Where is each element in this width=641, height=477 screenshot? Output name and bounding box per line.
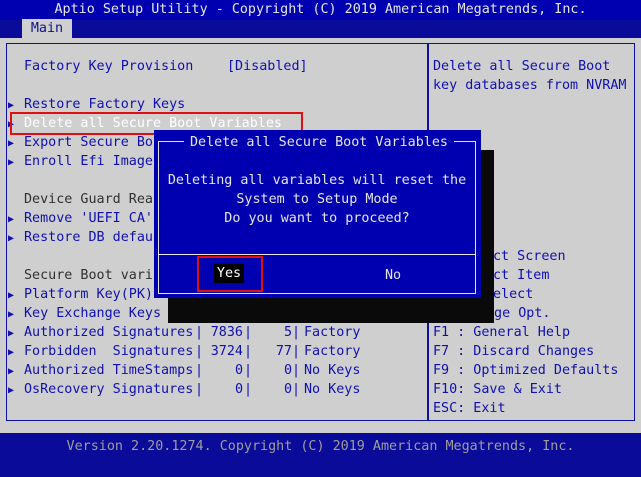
- db-row-name[interactable]: Forbidden Signatures: [24, 342, 193, 361]
- menu-item-export-secure-boot[interactable]: Export Secure Bo: [24, 133, 153, 152]
- yes-button-highlight: [197, 256, 263, 292]
- db-row-size: 7836: [210, 325, 243, 340]
- db-row-source: No Keys: [304, 382, 361, 397]
- column-divider: |: [244, 325, 253, 340]
- menu-item-enroll-efi-image[interactable]: Enroll Efi Image: [24, 152, 153, 171]
- factory-key-value[interactable]: [Disabled]: [227, 57, 308, 76]
- column-divider: |: [292, 344, 301, 359]
- menu-item-key-exchange-keys[interactable]: Key Exchange Keys: [24, 304, 161, 323]
- menu-item-restore-db-defaults[interactable]: Restore DB defau: [24, 228, 153, 247]
- column-divider: |: [244, 363, 253, 378]
- key-legend-save-exit: F10: Save & Exit: [433, 382, 562, 397]
- key-legend-select: elect: [493, 287, 534, 302]
- column-divider: |: [292, 325, 301, 340]
- db-row-size: 0: [234, 363, 243, 378]
- dialog-divider: [159, 254, 475, 255]
- submenu-arrow-icon: ▶: [8, 347, 15, 358]
- title-bar: Aptio Setup Utility - Copyright (C) 2019…: [0, 0, 641, 20]
- db-row-source: Factory: [304, 325, 361, 340]
- dialog-title: Delete all Secure Boot Variables: [184, 133, 454, 152]
- column-divider: |: [292, 363, 301, 378]
- key-legend-general-help: F1 : General Help: [433, 325, 571, 340]
- submenu-arrow-icon: ▶: [8, 385, 15, 396]
- column-divider: |: [195, 382, 204, 397]
- db-row-count: 0: [283, 382, 292, 397]
- dialog-message-line: Deleting all variables will reset the: [167, 173, 467, 188]
- factory-key-label: Factory Key Provision: [24, 59, 194, 74]
- column-divider: |: [195, 363, 204, 378]
- key-legend-select-screen: ct Screen: [493, 249, 566, 264]
- submenu-arrow-icon: ▶: [8, 328, 15, 339]
- column-divider: |: [244, 344, 253, 359]
- menu-item-platform-key[interactable]: Platform Key(PK): [24, 285, 153, 304]
- key-legend-exit: ESC: Exit: [433, 401, 506, 416]
- column-divider: |: [195, 325, 204, 340]
- submenu-arrow-icon: ▶: [8, 138, 15, 149]
- submenu-arrow-icon: ▶: [8, 233, 15, 244]
- submenu-arrow-icon: ▶: [8, 290, 15, 301]
- db-row-size: 3724: [210, 344, 243, 359]
- menu-item-remove-uefi-ca[interactable]: Remove 'UEFI CA': [24, 209, 153, 228]
- no-button[interactable]: No: [380, 266, 406, 285]
- section-secure-boot-variables: Secure Boot vari: [24, 268, 153, 283]
- submenu-arrow-icon: ▶: [8, 366, 15, 377]
- help-text-line: key databases from NVRAM: [433, 78, 627, 93]
- db-row-count: 0: [283, 363, 292, 378]
- column-divider: |: [244, 382, 253, 397]
- section-device-guard: Device Guard Rea: [24, 192, 153, 207]
- column-divider: |: [292, 382, 301, 397]
- db-row-name[interactable]: Authorized Signatures: [24, 323, 193, 342]
- submenu-arrow-icon: ▶: [8, 309, 15, 320]
- db-row-name[interactable]: OsRecovery Signatures: [24, 380, 193, 399]
- dialog-message-line: System to Setup Mode: [236, 192, 398, 207]
- db-row-count: 77: [275, 344, 292, 359]
- key-legend-optimized-defaults: F9 : Optimized Defaults: [433, 363, 619, 378]
- column-divider: |: [195, 344, 204, 359]
- help-text-line: Delete all Secure Boot: [433, 59, 611, 74]
- key-legend-select-item: ct Item: [493, 268, 550, 283]
- db-row-size: 0: [234, 382, 243, 397]
- db-row-count: 5: [283, 325, 292, 340]
- key-legend-change-opt: nge Opt.: [486, 306, 551, 321]
- db-row-source: Factory: [304, 344, 361, 359]
- submenu-arrow-icon: ▶: [8, 157, 15, 168]
- tab-main[interactable]: Main: [22, 19, 72, 38]
- submenu-arrow-icon: ▶: [8, 214, 15, 225]
- key-legend-discard-changes: F7 : Discard Changes: [433, 344, 595, 359]
- db-row-name[interactable]: Authorized TimeStamps: [24, 361, 193, 380]
- dialog-message-line: Do you want to proceed?: [224, 211, 410, 226]
- app-title: Aptio Setup Utility - Copyright (C) 2019…: [54, 2, 587, 17]
- footer-version: Version 2.20.1274. Copyright (C) 2019 Am…: [66, 439, 575, 454]
- footer-bar: Version 2.20.1274. Copyright (C) 2019 Am…: [0, 433, 641, 477]
- db-row-source: No Keys: [304, 363, 361, 378]
